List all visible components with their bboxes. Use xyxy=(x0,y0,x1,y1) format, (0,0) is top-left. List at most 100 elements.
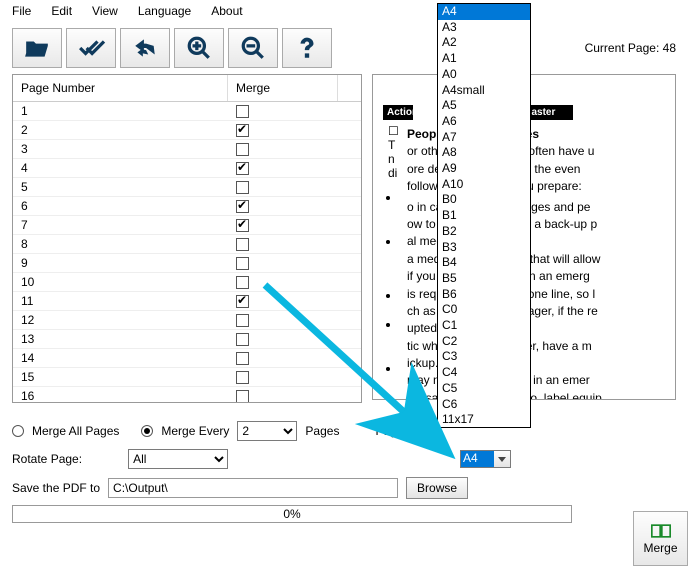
page-size-option[interactable]: C1 xyxy=(438,318,530,334)
merge-checkbox[interactable] xyxy=(236,143,249,156)
page-size-option[interactable]: C0 xyxy=(438,302,530,318)
table-row[interactable]: 9 xyxy=(13,254,361,273)
progress-bar: 0% xyxy=(12,505,572,523)
undo-icon xyxy=(130,35,160,61)
page-size-option[interactable]: A6 xyxy=(438,114,530,130)
page-size-option[interactable]: A2 xyxy=(438,35,530,51)
table-row[interactable]: 4 xyxy=(13,159,361,178)
page-size-option[interactable]: C4 xyxy=(438,365,530,381)
merge-all-label: Merge All Pages xyxy=(32,424,119,438)
merge-every-radio[interactable] xyxy=(141,425,153,437)
col-merge[interactable]: Merge xyxy=(228,75,338,101)
table-row[interactable]: 6 xyxy=(13,197,361,216)
menu-language[interactable]: Language xyxy=(138,4,191,18)
page-size-option[interactable]: C2 xyxy=(438,334,530,350)
page-size-option[interactable]: B3 xyxy=(438,240,530,256)
page-size-option[interactable]: A5 xyxy=(438,98,530,114)
page-size-option[interactable]: A1 xyxy=(438,51,530,67)
page-size-option[interactable]: A10 xyxy=(438,177,530,193)
page-size-option[interactable]: A4 xyxy=(438,4,530,20)
table-body[interactable]: 12345678910111213141516 xyxy=(13,102,361,402)
preview-bar-action: Action xyxy=(383,105,413,120)
undo-button[interactable] xyxy=(120,28,170,68)
page-size-option[interactable]: A7 xyxy=(438,130,530,146)
page-size-option[interactable]: B1 xyxy=(438,208,530,224)
table-row[interactable]: 7 xyxy=(13,216,361,235)
page-size-option[interactable]: A4small xyxy=(438,83,530,99)
merge-checkbox[interactable] xyxy=(236,124,249,137)
cell-merge xyxy=(228,159,338,177)
page-size-select[interactable]: A4 xyxy=(460,450,495,468)
merge-checkbox[interactable] xyxy=(236,295,249,308)
menu-edit[interactable]: Edit xyxy=(51,4,72,18)
table-row[interactable]: 3 xyxy=(13,140,361,159)
page-size-option[interactable]: 11x17 xyxy=(438,412,530,428)
table-row[interactable]: 14 xyxy=(13,349,361,368)
cell-pagenum: 5 xyxy=(13,178,228,196)
menu-about[interactable]: About xyxy=(211,4,242,18)
table-row[interactable]: 16 xyxy=(13,387,361,402)
merge-checkbox[interactable] xyxy=(236,181,249,194)
table-row[interactable]: 15 xyxy=(13,368,361,387)
merge-checkbox[interactable] xyxy=(236,219,249,232)
page-size-option[interactable]: B6 xyxy=(438,287,530,303)
table-row[interactable]: 10 xyxy=(13,273,361,292)
apply-button[interactable] xyxy=(66,28,116,68)
page-size-option[interactable]: B4 xyxy=(438,255,530,271)
menu-file[interactable]: File xyxy=(12,4,31,18)
table-row[interactable]: 13 xyxy=(13,330,361,349)
merge-checkbox[interactable] xyxy=(236,105,249,118)
merge-checkbox[interactable] xyxy=(236,371,249,384)
table-row[interactable]: 2 xyxy=(13,121,361,140)
merge-checkbox[interactable] xyxy=(236,333,249,346)
col-pagenum[interactable]: Page Number xyxy=(13,75,228,101)
merge-checkbox[interactable] xyxy=(236,257,249,270)
page-size-option[interactable]: B0 xyxy=(438,192,530,208)
page-size-dropdown-arrow[interactable] xyxy=(494,450,511,468)
page-size-option[interactable]: B5 xyxy=(438,271,530,287)
options: Merge All Pages Merge Every 2 Pages Page… xyxy=(0,403,688,541)
cell-merge xyxy=(228,387,338,402)
page-size-dropdown-list[interactable]: A4A3A2A1A0A4smallA5A6A7A8A9A10B0B1B2B3B4… xyxy=(437,3,531,428)
merge-checkbox[interactable] xyxy=(236,314,249,327)
page-size-option[interactable]: C6 xyxy=(438,397,530,413)
cell-pagenum: 1 xyxy=(13,102,228,120)
page-size-option[interactable]: A9 xyxy=(438,161,530,177)
table-row[interactable]: 5 xyxy=(13,178,361,197)
merge-checkbox[interactable] xyxy=(236,352,249,365)
merge-checkbox[interactable] xyxy=(236,276,249,289)
cell-merge xyxy=(228,216,338,234)
merge-checkbox[interactable] xyxy=(236,162,249,175)
merge-button[interactable]: Merge xyxy=(633,511,688,566)
rotate-select[interactable]: All xyxy=(128,449,228,469)
zoom-in-button[interactable] xyxy=(174,28,224,68)
page-size-option[interactable]: C3 xyxy=(438,349,530,365)
merge-checkbox[interactable] xyxy=(236,200,249,213)
open-button[interactable] xyxy=(12,28,62,68)
chevron-down-icon xyxy=(498,457,506,462)
cell-merge xyxy=(228,235,338,253)
save-path-input[interactable] xyxy=(108,478,398,498)
merge-checkbox[interactable] xyxy=(236,390,249,403)
table-row[interactable]: 12 xyxy=(13,311,361,330)
menu-view[interactable]: View xyxy=(92,4,118,18)
page-size-option[interactable]: A8 xyxy=(438,145,530,161)
table-row[interactable]: 1 xyxy=(13,102,361,121)
help-button[interactable] xyxy=(282,28,332,68)
page-size-option[interactable]: A0 xyxy=(438,67,530,83)
cell-pagenum: 2 xyxy=(13,121,228,139)
merge-every-value[interactable]: 2 xyxy=(237,421,297,441)
page-size-option[interactable]: C5 xyxy=(438,381,530,397)
page-table: Page Number Merge 1234567891011121314151… xyxy=(12,74,362,403)
save-label: Save the PDF to xyxy=(12,481,100,495)
table-row[interactable]: 8 xyxy=(13,235,361,254)
zoom-out-button[interactable] xyxy=(228,28,278,68)
page-size-option[interactable]: A3 xyxy=(438,20,530,36)
merge-every-label: Merge Every xyxy=(161,424,229,438)
page-size-option[interactable]: B2 xyxy=(438,224,530,240)
merge-all-radio[interactable] xyxy=(12,425,24,437)
merge-checkbox[interactable] xyxy=(236,238,249,251)
folder-open-icon xyxy=(22,35,52,61)
browse-button[interactable]: Browse xyxy=(406,477,468,499)
table-row[interactable]: 11 xyxy=(13,292,361,311)
